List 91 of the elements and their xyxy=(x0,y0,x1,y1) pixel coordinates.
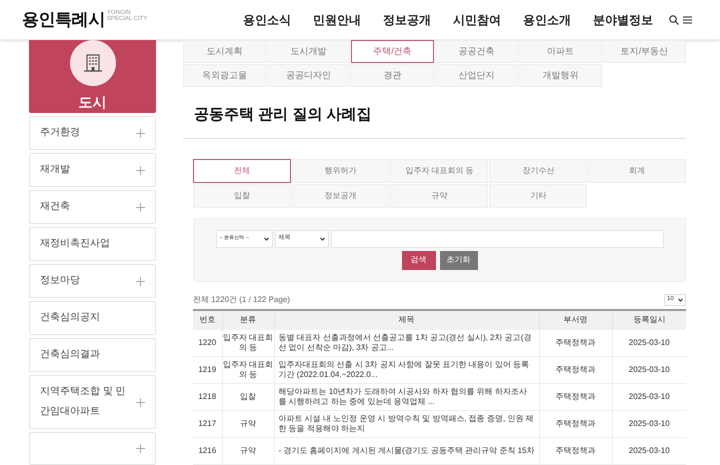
table-cell: 1218 xyxy=(193,384,222,410)
filter-tab[interactable]: 입찰 xyxy=(193,184,291,208)
table-cell: 주택정책과 xyxy=(539,356,612,384)
sidebar-item-label: 재건축 xyxy=(40,200,70,214)
sidebar-item[interactable]: 재개발 xyxy=(29,153,156,187)
category-tab[interactable]: 공공디자인 xyxy=(267,64,350,87)
result-count: 전체 1220건 (1 / 122 Page) xyxy=(193,294,290,306)
plus-icon xyxy=(136,202,145,212)
sidebar-item-label: 주거환경 xyxy=(40,126,80,140)
table-cell: 2025-03-10 xyxy=(612,384,686,410)
filter-tab[interactable]: 행위허가 xyxy=(292,158,390,182)
search-field[interactable] xyxy=(330,230,664,248)
filter-tab[interactable]: 정보공개 xyxy=(292,184,390,208)
nav-link[interactable]: 용인소개 xyxy=(523,10,571,28)
plus-icon xyxy=(136,276,145,286)
plus-icon xyxy=(136,444,145,453)
chevron-down-icon xyxy=(320,236,324,240)
table-cell[interactable]: 동별 대표자 선출과정에서 선출공고를 1차 공고(경선 실시), 2차 공고(경선 없이 선착순 마감), 3차 공고... xyxy=(274,330,539,356)
nav-link[interactable]: 용인소식 xyxy=(243,10,291,28)
category-tab[interactable]: 공공건축 xyxy=(435,40,518,63)
table-cell[interactable]: - 경기도 홈페이지에 게시된 게시물(경기도 공동주택 관리규약 준칙 15차 xyxy=(274,438,539,464)
sidebar-item-label: 정보마당 xyxy=(40,274,80,288)
table-cell: 주택정책과 xyxy=(539,330,612,356)
building-icon xyxy=(82,53,102,73)
column-header: 제목 xyxy=(274,310,539,330)
category-tab[interactable]: 토지/부동산 xyxy=(603,40,686,63)
nav-link[interactable]: 정보공개 xyxy=(383,10,431,28)
sidebar-item[interactable]: 건축심의결과 xyxy=(29,338,156,372)
chevron-down-icon xyxy=(678,298,683,302)
filter-tab[interactable]: 기타 xyxy=(489,184,588,208)
table-cell: 규약 xyxy=(222,438,274,464)
table-cell: 1216 xyxy=(193,438,222,464)
category-tab[interactable]: 경관 xyxy=(351,64,434,87)
sidebar-item-label: 건축심의결과 xyxy=(40,348,100,362)
nav-link[interactable]: 시민참여 xyxy=(453,10,501,28)
table-cell: 주택정책과 xyxy=(539,438,612,464)
section-title: 도시 xyxy=(78,93,106,112)
sidebar-item[interactable]: 주거환경 xyxy=(29,116,156,150)
sidebar-item[interactable]: 정보마당 xyxy=(29,264,156,298)
table-cell: 2025-03-10 xyxy=(612,410,686,438)
menu-icon[interactable] xyxy=(683,16,692,24)
column-header: 번호 xyxy=(193,310,222,330)
reset-button[interactable]: 초기화 xyxy=(440,250,478,270)
logo-text[interactable]: 용인특례시 xyxy=(22,6,105,32)
filter-tab[interactable]: 전체 xyxy=(193,158,291,182)
category-tab[interactable]: 주택/건축 xyxy=(351,40,434,63)
sidebar-item-label: 건축심의공지 xyxy=(40,311,100,325)
plus-icon xyxy=(136,166,145,174)
plus-icon xyxy=(136,128,145,138)
table-cell[interactable]: 아파트 시설 내 노인정 운영 시 방역수칙 및 방역패스, 접종 증명, 인원 제한 등을 적용해야 하는지 xyxy=(274,410,539,438)
search-icon[interactable] xyxy=(669,14,679,24)
table-cell[interactable]: 해당아파트는 10년차가 도래하여 시공사와 하자 협의를 위해 하자조사를 시행하려고 하는 중에 있는데 용역업체 ... xyxy=(274,384,539,410)
table-cell: 입주자 대표회의 등 xyxy=(222,330,274,356)
table-cell: 입찰 xyxy=(222,384,274,410)
page-title: 공동주택 관리 질의 사례집 xyxy=(194,105,373,125)
category-tab[interactable]: 옥외광고물 xyxy=(183,64,266,87)
category-tab[interactable]: 산업단지 xyxy=(435,64,518,87)
table-cell: 규약 xyxy=(222,410,274,438)
sidebar-item[interactable]: 지역주택조합 및 민간임대아파트 xyxy=(29,375,156,429)
sidebar-item-label: 재개발 xyxy=(40,163,70,177)
plus-icon xyxy=(136,398,145,406)
column-header: 분류 xyxy=(222,310,274,330)
nav-link[interactable]: 분야별정보 xyxy=(593,10,653,28)
sidebar-item-label: 지역주택조합 및 민간임대아파트 xyxy=(40,385,127,419)
table-cell: 주택정책과 xyxy=(539,384,612,410)
filter-tab[interactable]: 장기수선 xyxy=(489,158,588,182)
sidebar-item[interactable]: 재정비촉진사업 xyxy=(29,227,156,261)
sidebar-item[interactable]: 건축심의공지 xyxy=(29,301,156,335)
table-cell: 1219 xyxy=(193,356,222,384)
category-tab[interactable]: 도시계획 xyxy=(183,40,266,63)
filter-tab[interactable]: 규약 xyxy=(390,184,488,208)
table-cell: 2025-03-10 xyxy=(612,438,686,464)
filter-tab[interactable]: 입주자 대표회의 등 xyxy=(390,158,488,182)
table-cell[interactable]: 입주자대표회의 선출 시 3차 공지 사항에 잘못 표기한 내용이 있어 등록기간 (2022.01.04.~2022.0... xyxy=(274,356,539,384)
nav-link[interactable]: 민원안내 xyxy=(313,10,361,28)
table-cell: 1217 xyxy=(193,410,222,438)
search-button[interactable]: 검색 xyxy=(402,250,436,270)
chevron-down-icon xyxy=(264,236,268,240)
table-cell: 1220 xyxy=(193,330,222,356)
table-cell: 입주자 대표회의 등 xyxy=(222,356,274,384)
sidebar-item[interactable]: 재건축 xyxy=(29,190,156,224)
table-cell: 2025-03-10 xyxy=(612,330,686,356)
category-tab[interactable]: 개발행위 xyxy=(519,64,602,87)
sidebar-item-label: 재정비촉진사업 xyxy=(40,237,110,251)
table-cell: 2025-03-10 xyxy=(612,356,686,384)
filter-tab[interactable]: 회계 xyxy=(588,158,686,182)
category-tab[interactable]: 아파트 xyxy=(519,40,602,63)
column-header: 등록일시 xyxy=(612,310,686,330)
category-tab[interactable]: 도시개발 xyxy=(267,40,350,63)
column-header: 부서명 xyxy=(539,310,612,330)
table-cell: 주택정책과 xyxy=(539,410,612,438)
